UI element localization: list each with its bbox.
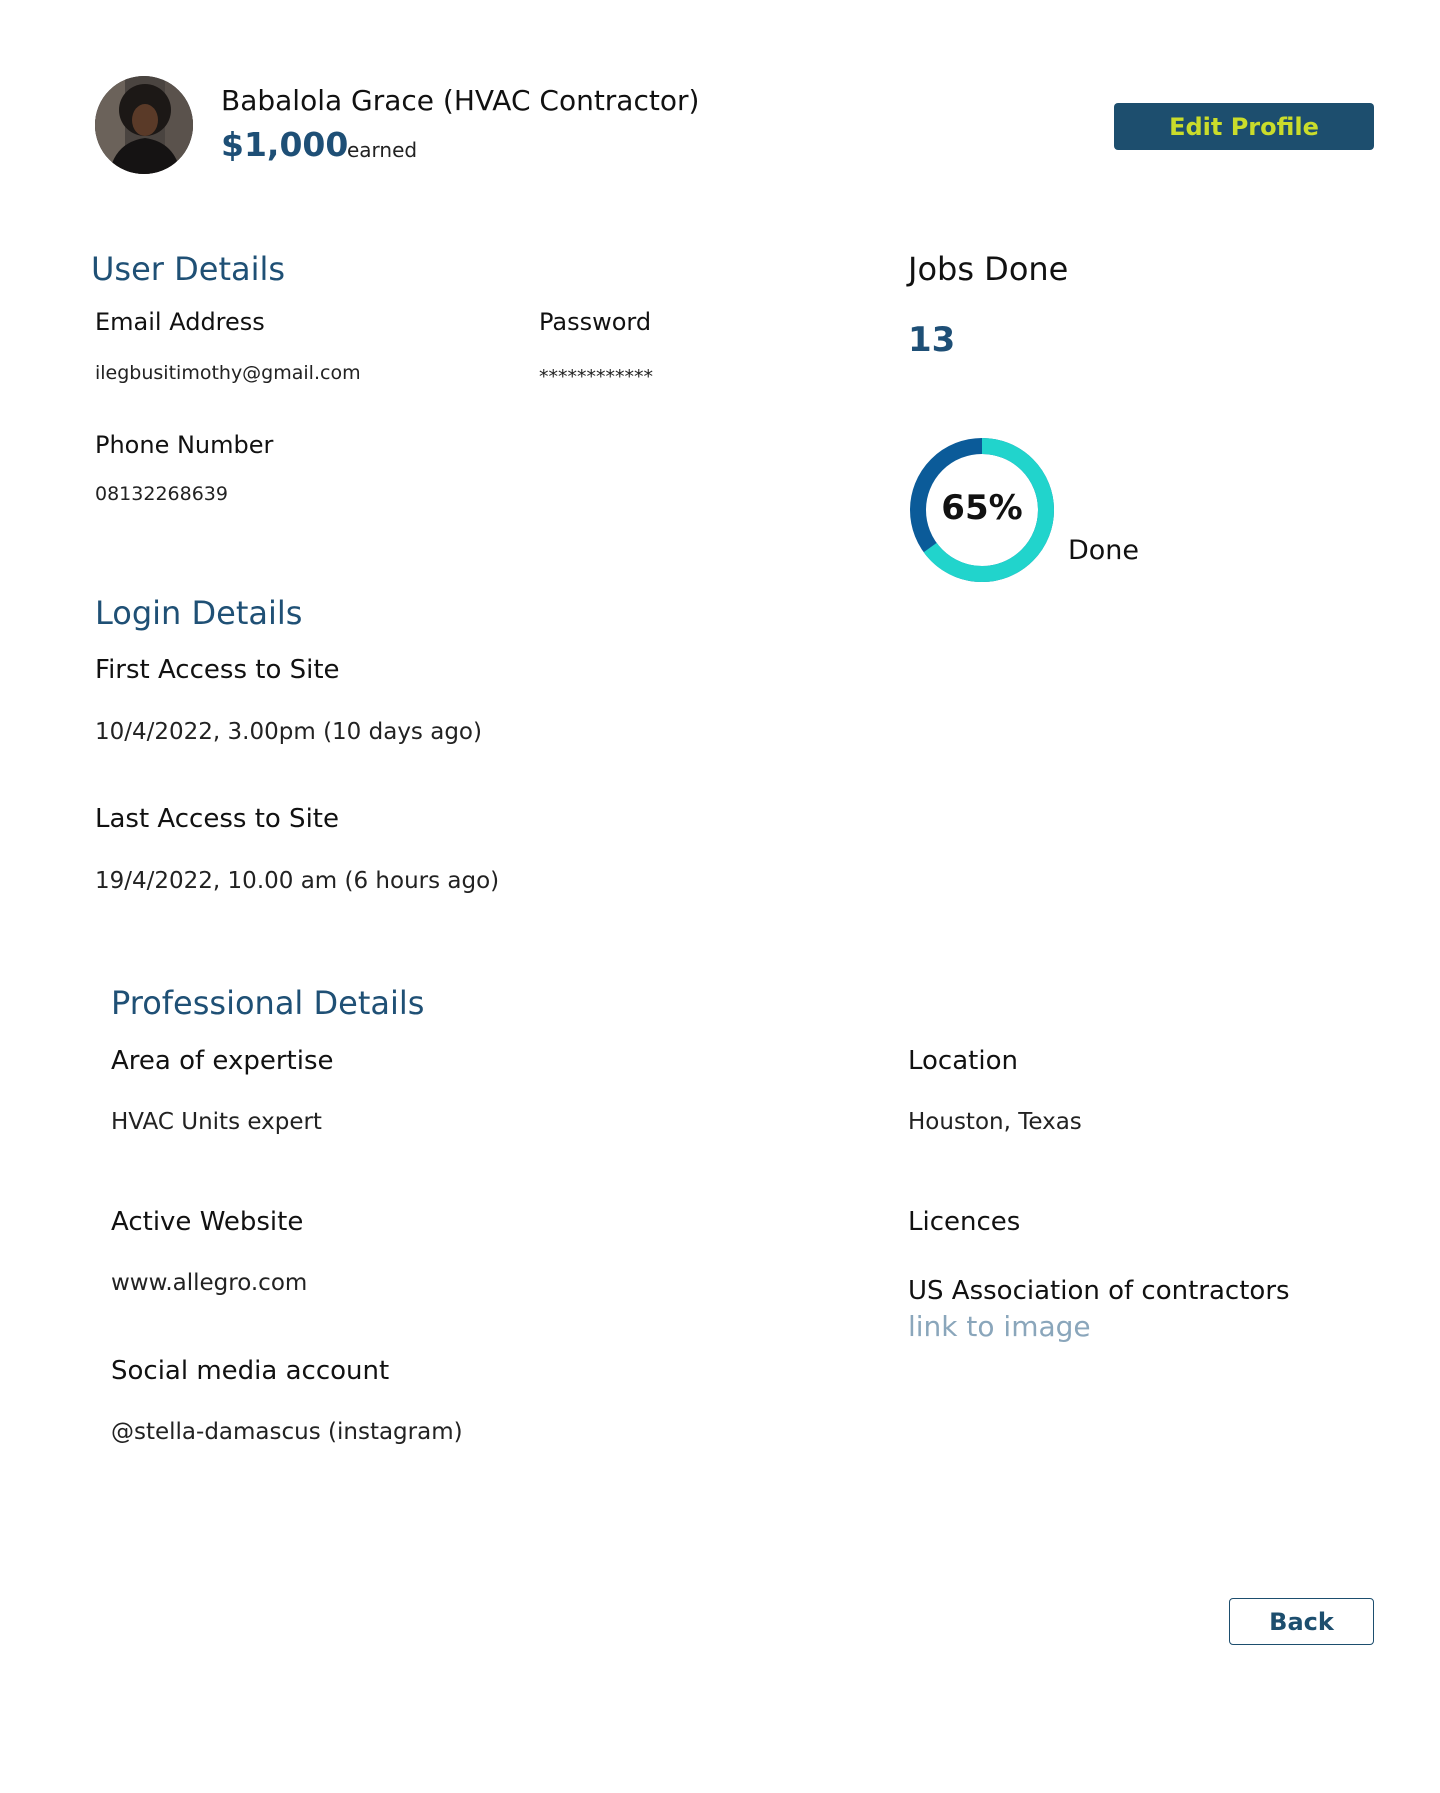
done-label: Done <box>1068 535 1140 566</box>
website-label: Active Website <box>111 1207 304 1237</box>
first-access-value: 10/4/2022, 3.00pm (10 days ago) <box>95 719 482 745</box>
phone-value: 08132268639 <box>95 483 228 505</box>
expertise-value: HVAC Units expert <box>111 1109 322 1135</box>
licence-image-link[interactable]: link to image <box>908 1310 1091 1343</box>
expertise-label: Area of expertise <box>111 1046 334 1076</box>
edit-profile-button[interactable]: Edit Profile <box>1114 103 1374 150</box>
first-access-label: First Access to Site <box>95 655 340 685</box>
website-value: www.allegro.com <box>111 1270 308 1296</box>
location-label: Location <box>908 1046 1018 1076</box>
location-value: Houston, Texas <box>908 1109 1082 1135</box>
password-value: ************ <box>539 366 653 388</box>
login-details-title: Login Details <box>95 594 303 632</box>
earned-amount: $1,000 <box>221 125 349 164</box>
licence-name: US Association of contractors <box>908 1276 1290 1306</box>
last-access-value: 19/4/2022, 10.00 am (6 hours ago) <box>95 868 500 894</box>
social-label: Social media account <box>111 1356 390 1386</box>
password-label: Password <box>539 308 652 336</box>
professional-details-title: Professional Details <box>111 984 425 1022</box>
avatar <box>95 76 193 174</box>
progress-percent: 65% <box>941 488 1023 528</box>
email-label: Email Address <box>95 308 265 336</box>
jobs-done-title: Jobs Done <box>908 250 1069 288</box>
social-value: @stella-damascus (instagram) <box>111 1419 463 1445</box>
back-button[interactable]: Back <box>1229 1598 1374 1645</box>
licences-label: Licences <box>908 1207 1021 1237</box>
jobs-count: 13 <box>908 320 956 360</box>
phone-label: Phone Number <box>95 431 274 459</box>
last-access-label: Last Access to Site <box>95 804 339 834</box>
user-details-title: User Details <box>91 250 286 288</box>
user-name: Babalola Grace (HVAC Contractor) <box>221 84 700 117</box>
email-value: ilegbusitimothy@gmail.com <box>95 362 361 384</box>
earned-label: earned <box>347 138 418 162</box>
